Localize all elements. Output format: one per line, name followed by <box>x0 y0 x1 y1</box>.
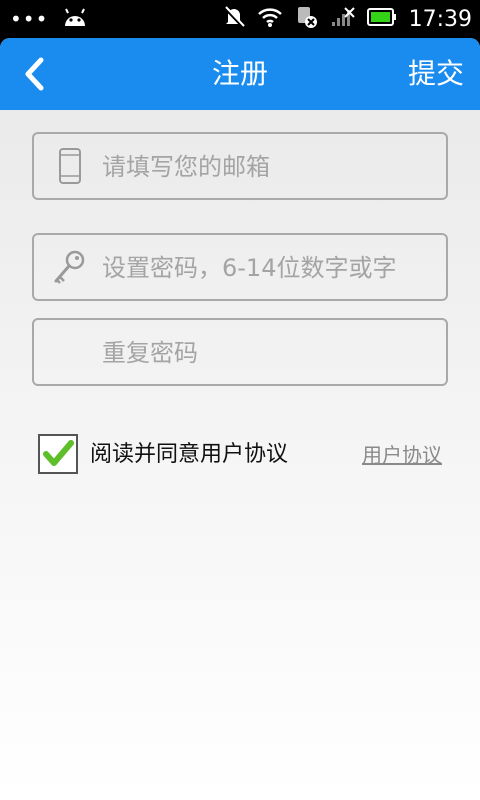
sim-error-icon <box>295 5 319 33</box>
email-field[interactable] <box>32 132 448 200</box>
android-icon <box>62 6 88 32</box>
battery-icon <box>366 8 397 30</box>
register-screen: 注册 提交 请填写您的邮箱 阅读并同意用户协议 用户协议 <box>0 38 480 800</box>
email-input[interactable] <box>100 134 444 200</box>
agree-label: 阅读并同意用户协议 <box>90 442 289 467</box>
wifi-icon <box>257 6 283 32</box>
checkmark-icon <box>43 440 74 466</box>
status-clock: 17:39 <box>408 6 472 32</box>
agree-checkbox[interactable] <box>38 434 78 474</box>
user-agreement-link[interactable]: 用户协议 <box>362 434 442 476</box>
password-field[interactable] <box>32 233 448 301</box>
signal-icon <box>331 6 355 32</box>
status-bar: ••• 17:39 <box>0 0 480 38</box>
nav-bar: 注册 提交 <box>0 38 480 110</box>
mute-icon <box>223 5 245 33</box>
key-icon <box>52 248 88 288</box>
notification-dots: ••• <box>10 7 49 31</box>
repeat-password-field[interactable] <box>32 318 448 386</box>
agreement-row: 阅读并同意用户协议 用户协议 <box>38 434 442 476</box>
repeat-password-input[interactable] <box>100 320 444 386</box>
submit-button[interactable]: 提交 <box>408 38 464 110</box>
phone-icon <box>52 147 88 187</box>
password-input[interactable] <box>100 235 444 301</box>
